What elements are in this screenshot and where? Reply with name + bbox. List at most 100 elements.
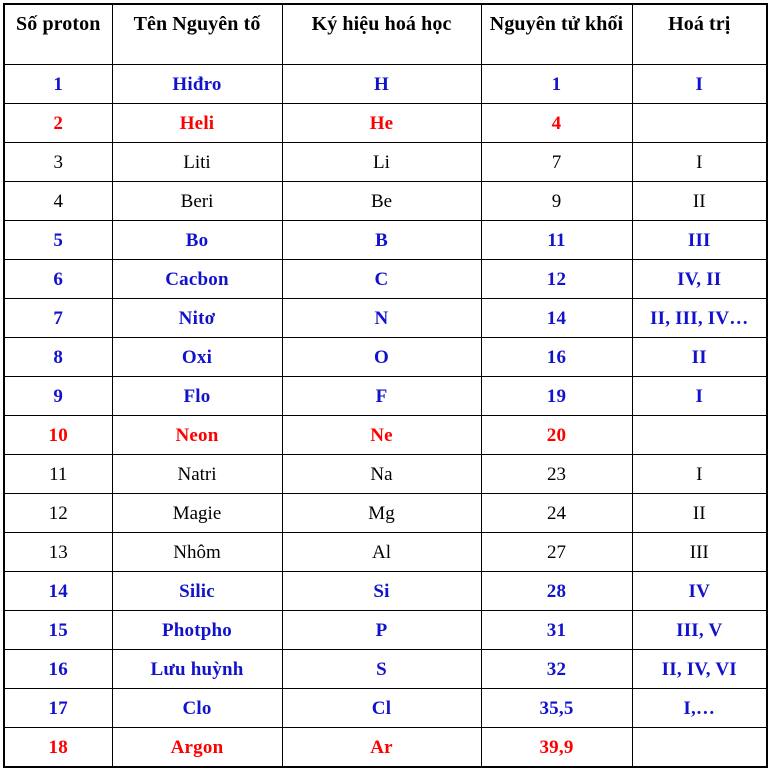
cell-proton: 16 bbox=[3, 649, 113, 689]
cell-name: Clo bbox=[111, 688, 283, 728]
cell-mass: 11 bbox=[480, 220, 633, 260]
cell-valence-text: II, IV, VI bbox=[661, 658, 737, 680]
cell-proton: 15 bbox=[3, 610, 113, 650]
cell-mass: 31 bbox=[480, 610, 633, 650]
cell-mass-text: 1 bbox=[551, 73, 562, 95]
cell-proton-text: 13 bbox=[48, 541, 68, 563]
cell-proton: 8 bbox=[3, 337, 113, 377]
cell-proton: 1 bbox=[3, 64, 113, 104]
cell-mass: 32 bbox=[480, 649, 633, 689]
cell-symbol-text: Ar bbox=[370, 736, 393, 758]
cell-symbol: F bbox=[281, 376, 482, 416]
column-header-symbol: Ký hiệu hoá học bbox=[281, 3, 482, 65]
cell-proton: 17 bbox=[3, 688, 113, 728]
table-row: 9 Flo F 19 I bbox=[3, 376, 768, 416]
cell-name-text: Magie bbox=[172, 502, 222, 524]
cell-valence: III bbox=[631, 220, 768, 260]
cell-valence bbox=[631, 415, 768, 455]
table-row: 15 Photpho P 31 III, V bbox=[3, 610, 768, 650]
cell-symbol-text: B bbox=[375, 229, 388, 251]
table-row: 16 Lưu huỳnh S 32 II, IV, VI bbox=[3, 649, 768, 689]
column-header-proton-label: Số proton bbox=[16, 12, 101, 35]
cell-symbol-text: Al bbox=[372, 541, 391, 563]
cell-symbol: Mg bbox=[281, 493, 482, 533]
cell-valence-text: I bbox=[695, 73, 704, 95]
cell-proton: 5 bbox=[3, 220, 113, 260]
table-row: 4 Beri Be 9 II bbox=[3, 181, 768, 221]
cell-valence bbox=[631, 103, 768, 143]
cell-valence: III, V bbox=[631, 610, 768, 650]
cell-name: Bo bbox=[111, 220, 283, 260]
cell-name: Liti bbox=[111, 142, 283, 182]
header-row: Số proton Tên Nguyên tố Ký hiệu hoá học … bbox=[3, 3, 768, 65]
table-row: 13 Nhôm Al 27 III bbox=[3, 532, 768, 572]
cell-mass-text: 12 bbox=[546, 268, 567, 290]
cell-proton: 6 bbox=[3, 259, 113, 299]
column-header-name: Tên Nguyên tố bbox=[111, 3, 283, 65]
cell-symbol-text: Mg bbox=[368, 502, 395, 524]
cell-symbol: Al bbox=[281, 532, 482, 572]
cell-symbol: C bbox=[281, 259, 482, 299]
cell-symbol: N bbox=[281, 298, 482, 338]
cell-proton: 14 bbox=[3, 571, 113, 611]
table-row: 18 Argon Ar 39,9 bbox=[3, 727, 768, 768]
cell-mass: 14 bbox=[480, 298, 633, 338]
cell-valence: II bbox=[631, 337, 768, 377]
cell-proton-text: 17 bbox=[48, 697, 68, 719]
cell-proton-text: 4 bbox=[53, 190, 64, 212]
column-header-mass-label: Nguyên tử khối bbox=[489, 12, 624, 35]
cell-valence-text: II, III, IV… bbox=[650, 307, 749, 329]
table-row: 17 Clo Cl 35,5 I,… bbox=[3, 688, 768, 728]
cell-valence-text: I bbox=[696, 463, 703, 485]
cell-name-text: Neon bbox=[175, 424, 219, 446]
cell-valence-text: III bbox=[687, 229, 711, 251]
cell-symbol-text: C bbox=[374, 268, 389, 290]
cell-mass: 27 bbox=[480, 532, 633, 572]
cell-valence: I bbox=[631, 142, 768, 182]
element-table-container: Số proton Tên Nguyên tố Ký hiệu hoá học … bbox=[0, 0, 773, 768]
cell-name: Nhôm bbox=[111, 532, 283, 572]
cell-symbol: Be bbox=[281, 181, 482, 221]
table-row: 3 Liti Li 7 I bbox=[3, 142, 768, 182]
cell-proton-text: 9 bbox=[53, 385, 64, 407]
cell-proton-text: 18 bbox=[48, 736, 68, 758]
table-row: 7 Nitơ N 14 II, III, IV… bbox=[3, 298, 768, 338]
cell-valence-text: I,… bbox=[683, 697, 716, 719]
periodic-element-table: Số proton Tên Nguyên tố Ký hiệu hoá học … bbox=[3, 3, 768, 768]
cell-mass-text: 7 bbox=[551, 151, 562, 173]
cell-symbol: O bbox=[281, 337, 482, 377]
cell-name: Beri bbox=[111, 181, 283, 221]
cell-symbol-text: Ne bbox=[370, 424, 393, 446]
cell-name: Cacbon bbox=[111, 259, 283, 299]
cell-name: Argon bbox=[111, 727, 283, 768]
cell-valence: IV bbox=[631, 571, 768, 611]
cell-symbol-text: Na bbox=[370, 463, 393, 485]
cell-symbol: H bbox=[281, 64, 482, 104]
cell-mass-text: 28 bbox=[546, 580, 567, 602]
cell-mass-text: 32 bbox=[546, 658, 567, 680]
cell-mass-text: 31 bbox=[546, 619, 567, 641]
cell-symbol: Na bbox=[281, 454, 482, 494]
cell-name-text: Nitơ bbox=[178, 307, 216, 329]
cell-name: Hiđro bbox=[111, 64, 283, 104]
cell-mass-text: 24 bbox=[547, 502, 566, 524]
cell-name-text: Nhôm bbox=[173, 541, 221, 563]
cell-proton-text: 16 bbox=[48, 658, 68, 680]
cell-valence-text: II bbox=[692, 502, 706, 524]
cell-name-text: Liti bbox=[183, 151, 211, 173]
cell-mass-text: 27 bbox=[547, 541, 566, 563]
cell-valence-text: III bbox=[689, 541, 709, 563]
cell-valence-text: III, V bbox=[676, 619, 723, 641]
cell-name: Flo bbox=[111, 376, 283, 416]
cell-mass: 24 bbox=[480, 493, 633, 533]
cell-name: Photpho bbox=[111, 610, 283, 650]
cell-mass-text: 23 bbox=[547, 463, 566, 485]
cell-proton-text: 3 bbox=[53, 151, 64, 173]
cell-mass-text: 11 bbox=[547, 229, 566, 251]
cell-mass: 20 bbox=[480, 415, 633, 455]
cell-proton: 11 bbox=[3, 454, 113, 494]
cell-symbol-text: Li bbox=[373, 151, 390, 173]
cell-symbol-text: Si bbox=[373, 580, 390, 602]
cell-symbol: B bbox=[281, 220, 482, 260]
cell-name: Magie bbox=[111, 493, 283, 533]
